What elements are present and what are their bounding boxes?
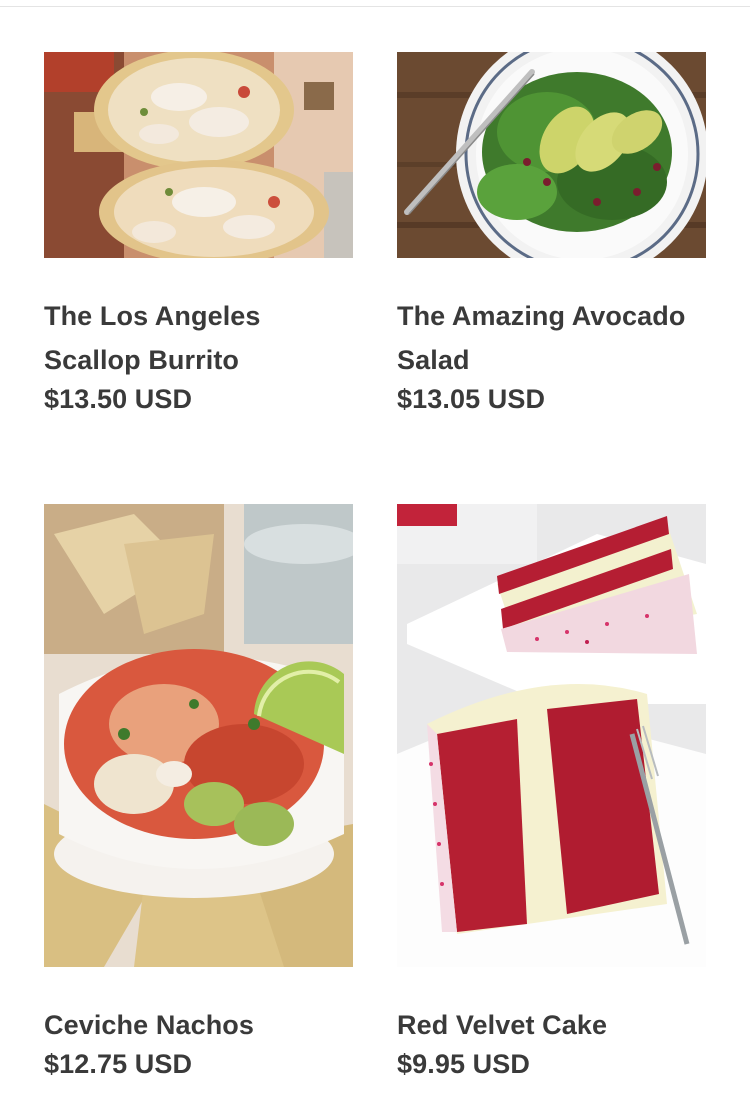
product-card-scallop-burrito[interactable]: The Los Angeles Scallop Burrito $13.50 U… [44, 52, 353, 416]
product-title[interactable]: The Amazing Avocado Salad [397, 294, 706, 382]
product-title[interactable]: The Los Angeles Scallop Burrito [44, 294, 353, 382]
product-card-avocado-salad[interactable]: The Amazing Avocado Salad $13.05 USD [397, 52, 706, 416]
product-price: $13.05 USD [397, 384, 546, 414]
product-image-scallop-burrito[interactable] [44, 52, 353, 258]
product-price: $9.95 USD [397, 1049, 530, 1079]
top-divider [0, 6, 750, 7]
product-image-red-velvet-cake[interactable] [397, 504, 706, 967]
product-title[interactable]: Red Velvet Cake [397, 1003, 706, 1047]
scallop-burrito-photo [44, 52, 353, 258]
product-price: $12.75 USD [44, 1049, 193, 1079]
avocado-salad-photo [397, 52, 706, 258]
ceviche-nachos-photo [44, 504, 353, 967]
product-image-ceviche-nachos[interactable] [44, 504, 353, 967]
product-image-avocado-salad[interactable] [397, 52, 706, 258]
red-velvet-cake-photo [397, 504, 706, 967]
product-card-red-velvet-cake[interactable]: Red Velvet Cake $9.95 USD [397, 504, 706, 1081]
product-card-ceviche-nachos[interactable]: Ceviche Nachos $12.75 USD [44, 504, 353, 1081]
product-title[interactable]: Ceviche Nachos [44, 1003, 353, 1047]
product-price: $13.50 USD [44, 384, 193, 414]
